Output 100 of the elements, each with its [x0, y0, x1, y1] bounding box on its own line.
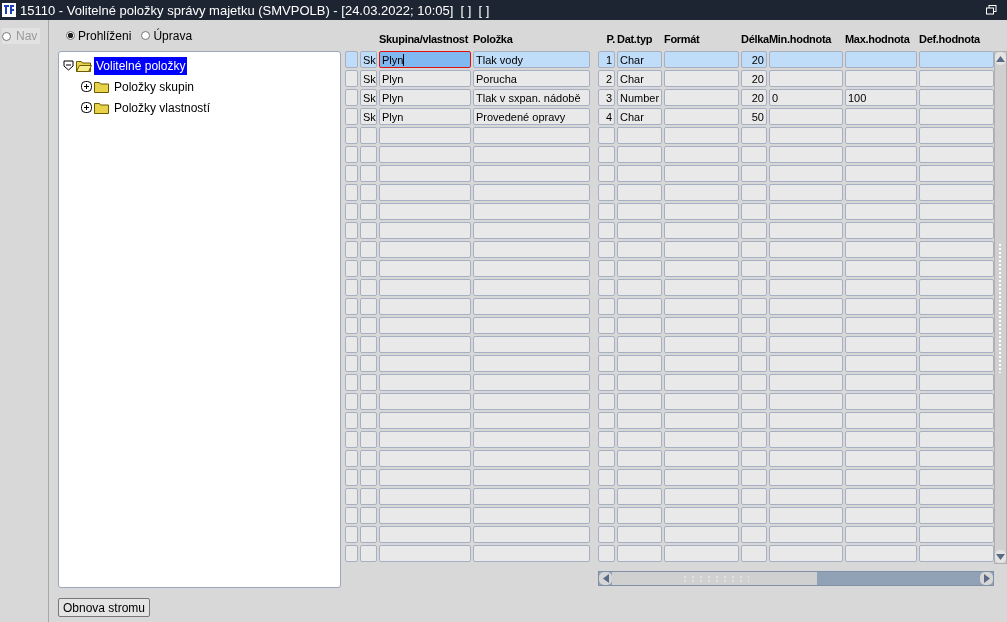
empty-cell[interactable]	[845, 184, 917, 201]
empty-cell[interactable]	[473, 450, 590, 467]
empty-cell[interactable]	[919, 526, 994, 543]
expand-icon[interactable]	[81, 81, 92, 92]
empty-cell[interactable]	[769, 507, 843, 524]
empty-cell[interactable]	[379, 260, 471, 277]
empty-cell[interactable]	[379, 545, 471, 562]
empty-cell[interactable]	[473, 298, 590, 315]
empty-cell[interactable]	[598, 241, 615, 258]
empty-cell[interactable]	[664, 127, 739, 144]
empty-cell[interactable]	[379, 279, 471, 296]
empty-cell[interactable]	[598, 450, 615, 467]
empty-cell[interactable]	[379, 203, 471, 220]
table-cell[interactable]	[769, 108, 843, 125]
empty-cell[interactable]	[769, 488, 843, 505]
empty-cell[interactable]	[473, 127, 590, 144]
empty-cell[interactable]	[360, 165, 377, 182]
empty-cell[interactable]	[360, 146, 377, 163]
empty-cell[interactable]	[617, 127, 662, 144]
vertical-scrollbar[interactable]	[994, 51, 1007, 564]
empty-cell[interactable]	[919, 298, 994, 315]
empty-cell[interactable]	[379, 336, 471, 353]
empty-cell[interactable]	[473, 393, 590, 410]
empty-cell[interactable]	[473, 165, 590, 182]
empty-cell[interactable]	[741, 127, 767, 144]
refresh-tree-button[interactable]: Obnova stromu	[58, 598, 151, 617]
empty-cell[interactable]	[664, 374, 739, 391]
empty-cell[interactable]	[345, 355, 358, 372]
empty-cell[interactable]	[360, 507, 377, 524]
empty-cell[interactable]	[379, 184, 471, 201]
empty-cell[interactable]	[598, 127, 615, 144]
empty-cell[interactable]	[360, 203, 377, 220]
empty-cell[interactable]	[741, 488, 767, 505]
empty-cell[interactable]	[379, 412, 471, 429]
table-cell[interactable]	[664, 51, 739, 68]
empty-cell[interactable]	[345, 488, 358, 505]
empty-cell[interactable]	[598, 488, 615, 505]
empty-cell[interactable]	[473, 412, 590, 429]
empty-cell[interactable]	[473, 260, 590, 277]
empty-cell[interactable]	[617, 526, 662, 543]
table-cell[interactable]: Plyn	[379, 70, 471, 87]
empty-cell[interactable]	[379, 431, 471, 448]
row-selector[interactable]	[345, 89, 358, 106]
empty-cell[interactable]	[769, 279, 843, 296]
empty-cell[interactable]	[379, 165, 471, 182]
empty-cell[interactable]	[617, 203, 662, 220]
empty-cell[interactable]	[360, 393, 377, 410]
table-cell[interactable]: Plyn	[379, 51, 471, 68]
empty-cell[interactable]	[360, 545, 377, 562]
empty-cell[interactable]	[598, 279, 615, 296]
empty-cell[interactable]	[769, 412, 843, 429]
empty-cell[interactable]	[598, 298, 615, 315]
empty-cell[interactable]	[617, 431, 662, 448]
empty-cell[interactable]	[345, 203, 358, 220]
empty-cell[interactable]	[769, 374, 843, 391]
table-cell[interactable]: 1	[598, 51, 615, 68]
empty-cell[interactable]	[845, 507, 917, 524]
empty-cell[interactable]	[473, 507, 590, 524]
empty-cell[interactable]	[919, 393, 994, 410]
empty-cell[interactable]	[345, 431, 358, 448]
empty-cell[interactable]	[664, 355, 739, 372]
empty-cell[interactable]	[345, 336, 358, 353]
empty-cell[interactable]	[617, 469, 662, 486]
empty-cell[interactable]	[379, 450, 471, 467]
empty-cell[interactable]	[617, 165, 662, 182]
empty-cell[interactable]	[741, 374, 767, 391]
empty-cell[interactable]	[379, 355, 471, 372]
empty-cell[interactable]	[360, 355, 377, 372]
empty-cell[interactable]	[345, 184, 358, 201]
empty-cell[interactable]	[598, 545, 615, 562]
table-cell[interactable]: Sk	[360, 51, 377, 68]
table-cell[interactable]	[845, 70, 917, 87]
empty-cell[interactable]	[360, 317, 377, 334]
empty-cell[interactable]	[379, 488, 471, 505]
empty-cell[interactable]	[919, 203, 994, 220]
scroll-left-icon[interactable]	[599, 572, 612, 585]
empty-cell[interactable]	[617, 507, 662, 524]
empty-cell[interactable]	[345, 279, 358, 296]
empty-cell[interactable]	[919, 507, 994, 524]
empty-cell[interactable]	[769, 355, 843, 372]
table-cell[interactable]: Sk	[360, 89, 377, 106]
empty-cell[interactable]	[741, 184, 767, 201]
scroll-down-icon[interactable]	[995, 550, 1006, 563]
empty-cell[interactable]	[664, 488, 739, 505]
empty-cell[interactable]	[919, 222, 994, 239]
empty-cell[interactable]	[845, 260, 917, 277]
empty-cell[interactable]	[473, 241, 590, 258]
empty-cell[interactable]	[664, 412, 739, 429]
empty-cell[interactable]	[741, 526, 767, 543]
empty-cell[interactable]	[741, 298, 767, 315]
empty-cell[interactable]	[919, 336, 994, 353]
empty-cell[interactable]	[741, 355, 767, 372]
empty-cell[interactable]	[919, 450, 994, 467]
empty-cell[interactable]	[598, 526, 615, 543]
empty-cell[interactable]	[360, 412, 377, 429]
empty-cell[interactable]	[360, 127, 377, 144]
empty-cell[interactable]	[741, 393, 767, 410]
empty-cell[interactable]	[598, 203, 615, 220]
table-cell[interactable]: 0	[769, 89, 843, 106]
expand-icon[interactable]	[81, 102, 92, 113]
